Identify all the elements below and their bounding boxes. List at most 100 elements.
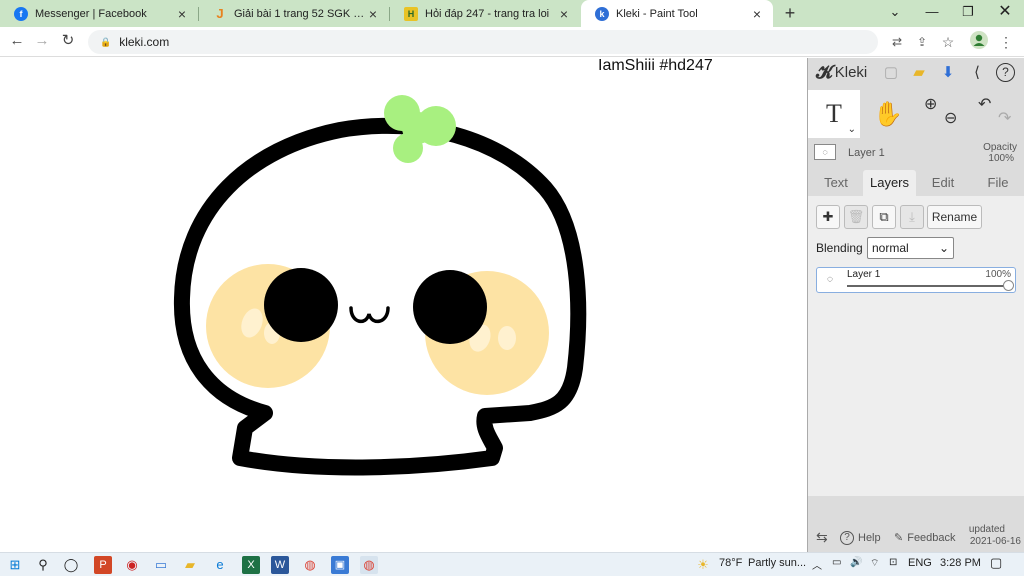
volume-icon[interactable]: 🔊 — [850, 557, 862, 568]
wifi-icon[interactable]: ⌔ — [870, 557, 879, 570]
url-input[interactable]: 🔒 kleki.com — [88, 30, 878, 54]
close-icon[interactable]: × — [749, 6, 765, 22]
restore-icon[interactable]: ❐ — [950, 0, 986, 24]
help-icon[interactable]: ? — [996, 63, 1015, 82]
word-icon[interactable]: W — [271, 556, 289, 574]
updated-date: 2021-06-16 — [969, 536, 1021, 547]
close-window-icon[interactable]: ✕ — [987, 0, 1023, 24]
tab-layers[interactable]: Layers — [863, 170, 916, 196]
weather-text[interactable]: Partly sun... — [748, 557, 806, 569]
notifications-icon[interactable]: ▢ — [990, 555, 1002, 571]
browser-tab-bar: f Messenger | Facebook × J Giải bài 1 tr… — [0, 0, 1024, 27]
weather-temp[interactable]: 78°F — [719, 557, 742, 569]
weather-icon[interactable]: ☀ — [694, 556, 712, 574]
back-icon[interactable]: ← — [6, 30, 28, 52]
tab-title: Messenger | Facebook — [35, 7, 147, 20]
chevron-down-icon[interactable]: ⌄ — [848, 124, 856, 135]
help-icon: ? — [840, 530, 854, 545]
layer-list-item[interactable]: ◌ Layer 1 100% — [816, 267, 1016, 293]
blending-select[interactable]: normal ⌄ — [867, 237, 954, 259]
share-icon[interactable]: ⇪ — [911, 31, 933, 53]
tool-row: T ⌄ ✋ ⊕ ⊖ ↶ ↷ — [808, 90, 1024, 138]
layers-panel: ✚ 🗑 ⧉ ⤓ Rename Blending normal ⌄ ◌ Layer… — [808, 196, 1024, 496]
merge-layer-button[interactable]: ⤓ — [900, 205, 924, 229]
text-tool-button[interactable]: T ⌄ — [808, 90, 860, 138]
photos-icon[interactable]: ▣ — [331, 556, 349, 574]
redo-icon[interactable]: ↷ — [998, 108, 1011, 128]
media-player-icon[interactable]: ◉ — [123, 556, 141, 574]
tab-text[interactable]: Text — [816, 170, 856, 196]
search-icon[interactable]: ⚲ — [34, 556, 52, 574]
download-icon[interactable]: ⬇ — [937, 62, 959, 84]
layer-thumbnail-icon: ◌ — [827, 274, 833, 285]
powerpoint-icon[interactable]: P — [94, 556, 112, 574]
excel-icon[interactable]: X — [242, 556, 260, 574]
share-icon[interactable]: ⟨ — [966, 62, 988, 84]
feedback-label: Feedback — [907, 531, 956, 544]
tab-title: Giải bài 1 trang 52 SGK Hóa 8 | H — [234, 7, 365, 20]
windows-taskbar: ⊞ ⚲ ◯ P ◉ ▭ ▰ e X W ◍ ▣ ◍ ☀ 78°F Partly … — [0, 552, 1024, 576]
tab-hoidap247[interactable]: H Hỏi đáp 247 - trang tra loi × — [390, 0, 580, 27]
forward-icon[interactable]: → — [31, 30, 53, 52]
help-button[interactable]: ? Help — [840, 530, 881, 545]
layer-item-opacity: 100% — [985, 269, 1011, 280]
text-tool-icon: T — [826, 99, 842, 128]
language-indicator[interactable]: ENG — [908, 557, 932, 569]
minimize-icon[interactable]: — — [914, 0, 950, 24]
zoom-in-icon[interactable]: ⊕ — [924, 94, 937, 114]
ime-icon[interactable]: ⊡ — [889, 557, 897, 568]
zoom-buttons: ⊕ ⊖ — [916, 90, 968, 138]
tab-file[interactable]: File — [978, 170, 1018, 196]
drawing-canvas[interactable] — [0, 58, 807, 552]
hand-tool-button[interactable]: ✋ — [862, 90, 914, 138]
close-icon[interactable]: × — [365, 6, 381, 22]
tab-search-icon[interactable]: ⌄ — [877, 0, 913, 24]
profile-avatar-icon[interactable] — [968, 31, 990, 53]
battery-icon[interactable]: ▭ — [832, 557, 841, 568]
layer-item-name: Layer 1 — [847, 269, 881, 280]
undo-redo-buttons: ↶ ↷ — [970, 90, 1022, 138]
file-explorer-icon[interactable]: ▰ — [181, 556, 199, 574]
add-layer-button[interactable]: ✚ — [816, 205, 840, 229]
edge-icon[interactable]: e — [211, 556, 229, 574]
close-icon[interactable]: × — [174, 6, 190, 22]
monitor-icon[interactable]: ▭ — [152, 556, 170, 574]
open-folder-icon[interactable]: ▰ — [908, 62, 930, 84]
kleki-logo-text: Kleki — [834, 63, 868, 81]
close-icon[interactable]: × — [556, 6, 572, 22]
windows-start-icon[interactable]: ⊞ — [6, 556, 24, 574]
feedback-button[interactable]: ✎ Feedback — [894, 531, 956, 545]
reload-icon[interactable]: ↻ — [57, 30, 79, 52]
rename-button[interactable]: Rename — [927, 205, 982, 229]
feedback-icon: ✎ — [894, 532, 904, 544]
chrome-icon[interactable]: ◍ — [301, 556, 319, 574]
delete-layer-button[interactable]: 🗑 — [844, 205, 868, 229]
panel-tabs: Text Layers Edit File — [808, 170, 1024, 196]
clock-time[interactable]: 3:28 PM — [940, 557, 981, 569]
menu-kebab-icon[interactable]: ⋮ — [995, 31, 1017, 53]
current-layer-name: Layer 1 — [848, 147, 885, 159]
chrome-icon-active[interactable]: ◍ — [360, 556, 378, 574]
translate-icon[interactable]: ⇄ — [886, 31, 908, 53]
new-tab-button[interactable]: + — [780, 2, 800, 24]
tab-giai-bai[interactable]: J Giải bài 1 trang 52 SGK Hóa 8 | H × — [199, 0, 389, 27]
tab-kleki[interactable]: k Kleki - Paint Tool × — [581, 0, 773, 27]
right-eye — [413, 270, 487, 344]
help-label: Help — [858, 531, 881, 544]
bookmark-star-icon[interactable]: ☆ — [937, 31, 959, 53]
zoom-out-icon[interactable]: ⊖ — [944, 108, 957, 128]
cortana-icon[interactable]: ◯ — [62, 556, 80, 574]
tray-chevron-icon[interactable]: ︿ — [812, 557, 822, 572]
duplicate-layer-button[interactable]: ⧉ — [872, 205, 896, 229]
new-image-icon[interactable]: ▢ — [880, 62, 902, 84]
kleki-logo-icon: 𝓚 — [816, 61, 833, 82]
swap-side-icon[interactable]: ⇆ — [816, 529, 828, 546]
chevron-down-icon: ⌄ — [938, 241, 949, 255]
undo-icon[interactable]: ↶ — [978, 94, 991, 114]
layer-opacity-slider-knob[interactable] — [1003, 280, 1014, 291]
blending-value: normal — [872, 241, 909, 255]
tab-edit[interactable]: Edit — [923, 170, 963, 196]
tab-messenger[interactable]: f Messenger | Facebook × — [0, 0, 198, 27]
layer-opacity-slider-track[interactable] — [847, 280, 1014, 291]
address-bar-row: ← → ↻ 🔒 kleki.com ⇄ ⇪ ☆ ⋮ — [0, 27, 1024, 57]
